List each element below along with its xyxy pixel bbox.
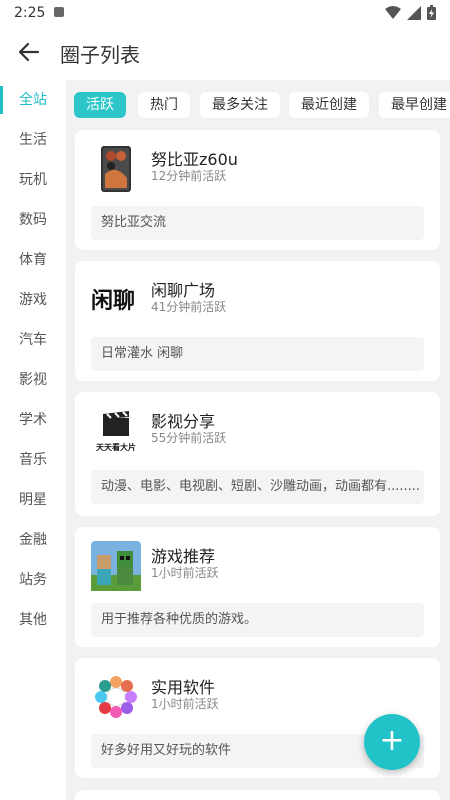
circle-card[interactable]: 努比亚z60u 12分钟前活跃 努比亚交流 (75, 130, 440, 250)
sidebar-item-digital[interactable]: 数码 (0, 200, 66, 240)
app-flower-icon (91, 672, 141, 722)
film-logo-text: 天天看大片 (96, 443, 136, 452)
circle-description: 日常灌水 闲聊 (91, 337, 424, 371)
clapperboard-icon (103, 411, 129, 436)
status-icons (385, 5, 436, 20)
game-image-icon (91, 541, 141, 591)
sidebar-item-film[interactable]: 影视 (0, 360, 66, 400)
phone-image-icon (101, 146, 131, 192)
sort-tabs: 活跃 热门 最多关注 最近创建 最早创建 (66, 80, 450, 128)
sidebar-item-life[interactable]: 生活 (0, 120, 66, 160)
sidebar-item-all[interactable]: 全站 (0, 80, 66, 120)
status-bar: 2:25 (0, 0, 450, 26)
circle-description: 动漫、电影、电视剧、短剧、沙雕动画，动画都有........ (91, 470, 424, 504)
sidebar-item-academic[interactable]: 学术 (0, 400, 66, 440)
circle-active-time: 41分钟前活跃 (151, 300, 227, 314)
notification-icon (54, 7, 64, 17)
back-arrow-icon[interactable] (16, 39, 42, 65)
sidebar-item-cars[interactable]: 汽车 (0, 320, 66, 360)
film-logo-icon: 天天看大片 (91, 410, 141, 460)
tab-active[interactable]: 活跃 (74, 92, 126, 118)
page-title: 圈子列表 (60, 43, 140, 67)
sidebar-item-site[interactable]: 站务 (0, 560, 66, 600)
sidebar-item-phone[interactable]: 玩机 (0, 160, 66, 200)
wifi-icon (385, 5, 401, 19)
tab-oldest[interactable]: 最早创建 (379, 92, 450, 118)
circle-card[interactable]: 游戏推荐 1小时前活跃 用于推荐各种优质的游戏。 (75, 527, 440, 647)
sidebar-item-other[interactable]: 其他 (0, 600, 66, 640)
add-circle-button[interactable]: + (364, 714, 420, 770)
category-sidebar: 全站 生活 玩机 数码 体育 游戏 汽车 影视 学术 音乐 明星 金融 站务 其… (0, 80, 66, 800)
tab-newest[interactable]: 最近创建 (289, 92, 369, 118)
status-time: 2:25 (14, 5, 46, 21)
sidebar-item-sports[interactable]: 体育 (0, 240, 66, 280)
sidebar-item-music[interactable]: 音乐 (0, 440, 66, 480)
sidebar-item-finance[interactable]: 金融 (0, 520, 66, 560)
circle-active-time: 55分钟前活跃 (151, 431, 227, 445)
circle-card[interactable]: 天天看大片 影视分享 55分钟前活跃 动漫、电影、电视剧、短剧、沙雕动画，动画都… (75, 392, 440, 516)
circle-card[interactable] (75, 790, 440, 800)
battery-icon (427, 5, 436, 20)
circle-card[interactable]: 闲聊 闲聊广场 41分钟前活跃 日常灌水 闲聊 (75, 261, 440, 381)
circle-active-time: 1小时前活跃 (151, 697, 219, 711)
app-bar: 圈子列表 (0, 26, 450, 80)
signal-icon (407, 5, 421, 20)
circle-active-time: 12分钟前活跃 (151, 169, 227, 183)
circle-description: 用于推荐各种优质的游戏。 (91, 603, 424, 637)
chat-logo-icon: 闲聊 (91, 288, 136, 314)
tab-most-followed[interactable]: 最多关注 (200, 92, 280, 118)
circle-active-time: 1小时前活跃 (151, 566, 219, 580)
sidebar-item-games[interactable]: 游戏 (0, 280, 66, 320)
tab-hot[interactable]: 热门 (138, 92, 190, 118)
circle-description: 努比亚交流 (91, 206, 424, 240)
sidebar-item-stars[interactable]: 明星 (0, 480, 66, 520)
